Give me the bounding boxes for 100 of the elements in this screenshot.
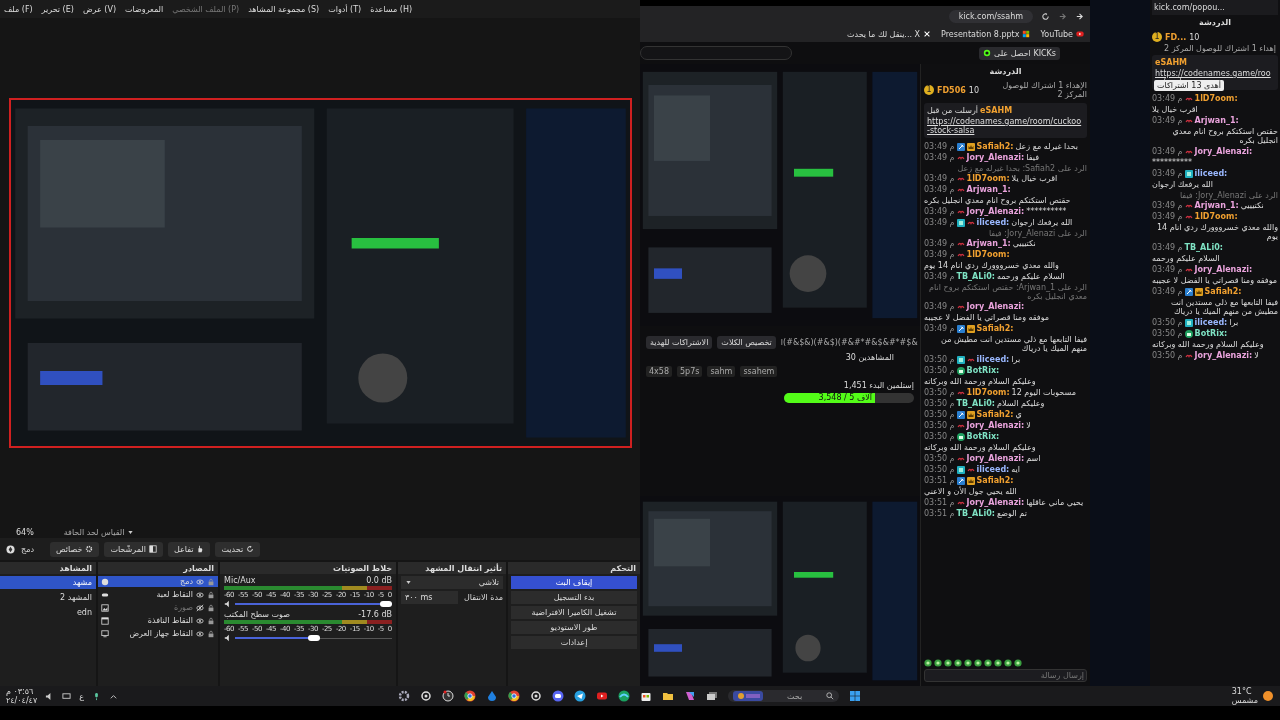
- source-item[interactable]: التقاط لعبة: [98, 589, 218, 600]
- eye-icon[interactable]: [196, 629, 204, 638]
- control-button[interactable]: إعدادات: [511, 636, 637, 649]
- bookmark[interactable]: ينقل لك ما يحدث... X: [846, 29, 931, 39]
- eye-icon[interactable]: [196, 603, 204, 612]
- round-app-icon[interactable]: [507, 690, 520, 702]
- sun-icon[interactable]: [1262, 690, 1274, 702]
- username[interactable]: Safiah2:: [976, 410, 1014, 419]
- username[interactable]: iliceed:: [1194, 318, 1228, 327]
- username[interactable]: iliceed:: [1194, 169, 1228, 178]
- username[interactable]: 1lD7oom:: [966, 174, 1010, 183]
- scene-item[interactable]: edn: [0, 606, 96, 619]
- username[interactable]: Arjwan_1:: [1194, 116, 1239, 125]
- username[interactable]: TB_ALi0:: [956, 509, 995, 518]
- control-button[interactable]: بدء التسجيل: [511, 591, 637, 604]
- weather-text[interactable]: مشمس: [1231, 696, 1258, 705]
- username[interactable]: Safiah2:: [976, 476, 1014, 485]
- paper-plane-icon[interactable]: [573, 690, 586, 702]
- tag[interactable]: ssahem: [740, 366, 778, 377]
- toolbar-button[interactable]: تفاعل: [167, 541, 211, 557]
- bag-icon[interactable]: [639, 690, 652, 702]
- menu-item[interactable]: مجموعة المشاهد (S): [248, 4, 320, 14]
- username[interactable]: Jory_Alenazi:: [966, 302, 1025, 311]
- username[interactable]: Jory_Alenazi:: [966, 421, 1025, 430]
- round-app-icon[interactable]: [463, 690, 476, 702]
- play-icon[interactable]: [595, 690, 608, 702]
- monitor-icon[interactable]: [62, 691, 72, 701]
- speaker-icon[interactable]: [224, 634, 232, 642]
- username[interactable]: Jory_Alenazi:: [966, 207, 1025, 216]
- search-field[interactable]: بحث: [727, 690, 840, 702]
- clock-time[interactable]: ٠٣:٥٦ م: [6, 687, 38, 696]
- address-bar[interactable]: kick.com/popou...: [1152, 0, 1278, 15]
- username[interactable]: iliceed:: [976, 218, 1010, 227]
- ring-icon[interactable]: [529, 690, 542, 702]
- username[interactable]: Arjwan_1:: [966, 185, 1011, 194]
- username[interactable]: Jory_Alenazi:: [966, 153, 1025, 162]
- lock-icon[interactable]: [207, 603, 215, 612]
- username[interactable]: TB_ALi0:: [956, 399, 995, 408]
- username[interactable]: BotRix:: [966, 366, 1000, 375]
- duration-field[interactable]: ٣٠٠ ms: [401, 591, 459, 604]
- volume-slider[interactable]: [235, 601, 392, 607]
- ring-icon[interactable]: [419, 690, 432, 702]
- username[interactable]: eSAHM: [980, 106, 1013, 115]
- source-item[interactable]: التقاط جهاز العرض: [98, 628, 218, 639]
- username[interactable]: Safiah2:: [976, 324, 1014, 333]
- username[interactable]: 1lD7oom:: [966, 250, 1010, 259]
- wave-icon[interactable]: [617, 690, 630, 702]
- username[interactable]: BotRix:: [966, 432, 1000, 441]
- clock-date[interactable]: ٢٤/٠٤/٤٧: [6, 696, 38, 705]
- language-indicator[interactable]: ع: [79, 691, 84, 701]
- tag[interactable]: 4x58: [646, 366, 672, 377]
- eye-icon[interactable]: [196, 590, 204, 599]
- username[interactable]: Jory_Alenazi:: [1194, 265, 1253, 274]
- folder-icon[interactable]: [661, 690, 674, 702]
- username[interactable]: 1lD7oom:: [966, 388, 1010, 397]
- menu-item[interactable]: تحرير (E): [41, 4, 74, 14]
- chat-bubble-icon[interactable]: [551, 690, 564, 702]
- control-button[interactable]: تشغيل الكاميرا الافتراضية: [511, 606, 637, 619]
- lock-icon[interactable]: [207, 616, 215, 625]
- tag[interactable]: sahm: [707, 366, 736, 377]
- bookmark[interactable]: Presentation 8.pptx: [941, 29, 1031, 39]
- source-item[interactable]: صورة: [98, 602, 218, 613]
- transition-dropdown[interactable]: تلاشي: [401, 576, 503, 589]
- toolbar-button[interactable]: تحديث: [215, 541, 261, 557]
- username[interactable]: 1lD7oom:: [1194, 94, 1238, 103]
- username[interactable]: iliceed:: [976, 465, 1010, 474]
- temperature[interactable]: 31°C: [1231, 687, 1258, 696]
- menu-item[interactable]: ملف (F): [4, 4, 33, 14]
- stream-button[interactable]: تخصيص الكلاث: [717, 336, 776, 349]
- username[interactable]: iliceed:: [976, 355, 1010, 364]
- username[interactable]: TB_ALi0:: [1184, 243, 1223, 252]
- drop-icon[interactable]: [485, 690, 498, 702]
- username[interactable]: Jory_Alenazi:: [1194, 147, 1253, 156]
- back-icon[interactable]: [1058, 11, 1067, 21]
- scale-mode-dropdown[interactable]: القياس لحد الحافة: [63, 527, 135, 537]
- pinned-link[interactable]: https://codenames.game/room/cuckoo-stock-salsa: [927, 117, 1084, 135]
- scene-item[interactable]: المشهد 2: [0, 591, 96, 604]
- reload-icon[interactable]: [1041, 11, 1050, 21]
- username[interactable]: eSAHM: [1155, 58, 1275, 67]
- username[interactable]: TB_ALi0:: [956, 272, 995, 281]
- username[interactable]: Safiah2:: [1204, 287, 1242, 296]
- chat-input[interactable]: إرسال رسالة: [924, 669, 1087, 682]
- menu-item[interactable]: المعروضات: [125, 4, 164, 14]
- username[interactable]: BotRix:: [1194, 329, 1228, 338]
- lock-icon[interactable]: [207, 629, 215, 638]
- speaker-icon[interactable]: [224, 600, 232, 608]
- username[interactable]: Jory_Alenazi:: [966, 454, 1025, 463]
- tag[interactable]: 5p7s: [677, 366, 703, 377]
- source-item[interactable]: التقاط النافذة: [98, 615, 218, 626]
- username[interactable]: Arjwan_1:: [966, 239, 1011, 248]
- windows-icon[interactable]: [849, 690, 862, 702]
- bookmark[interactable]: YouTube: [1040, 29, 1084, 39]
- kicks-button[interactable]: احصل على KICKs: [979, 46, 1060, 60]
- windows-stack-icon[interactable]: [705, 690, 718, 702]
- gear-icon[interactable]: [397, 690, 410, 702]
- control-button[interactable]: طور الاستوديو: [511, 621, 637, 634]
- address-bar[interactable]: kick.com/ssahm: [948, 9, 1033, 23]
- forward-icon[interactable]: [1075, 11, 1084, 21]
- username[interactable]: 1lD7oom:: [1194, 212, 1238, 221]
- username[interactable]: Safiah2:: [976, 142, 1014, 151]
